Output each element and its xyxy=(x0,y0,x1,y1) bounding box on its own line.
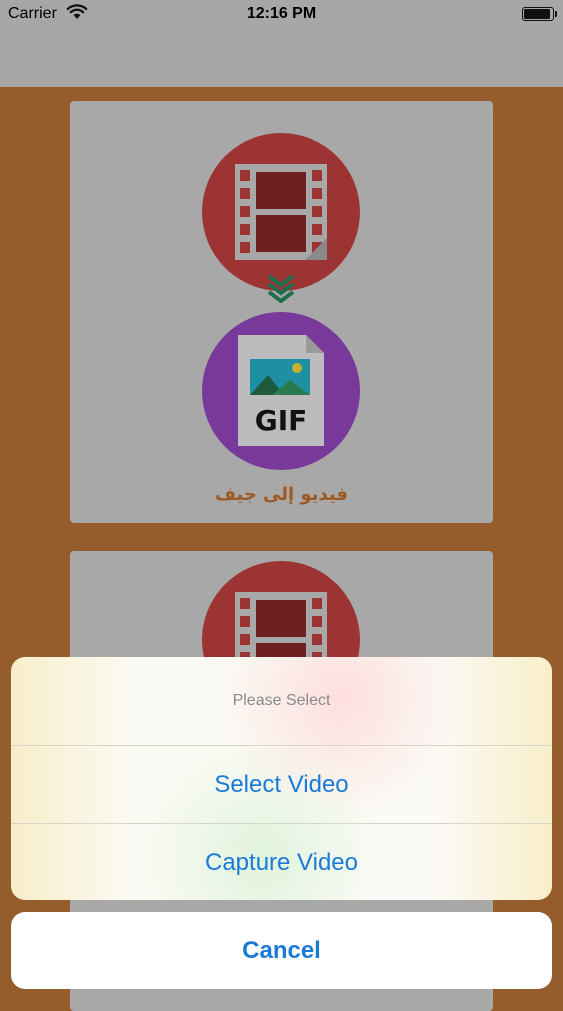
video-film-icon xyxy=(202,133,360,291)
double-chevron-down-icon xyxy=(267,274,295,303)
card-label: فيديو إلى جيف xyxy=(214,484,348,505)
status-time: 12:16 PM xyxy=(246,5,317,22)
cancel-button[interactable]: Cancel xyxy=(11,912,552,989)
capture-video-button[interactable]: Capture Video xyxy=(11,824,552,900)
battery-icon xyxy=(522,7,557,21)
video-to-gif-card[interactable]: GIF فيديو إلى جيف xyxy=(70,101,493,523)
gif-file-icon: GIF xyxy=(202,312,360,470)
action-sheet-title: Please Select xyxy=(232,692,331,709)
nav-bar xyxy=(0,30,563,87)
select-video-button[interactable]: Select Video xyxy=(11,746,552,823)
action-sheet: Please Select Select Video Capture Video xyxy=(11,657,552,900)
status-bar: Carrier 12:16 PM xyxy=(0,0,563,30)
gif-text: GIF xyxy=(254,404,308,437)
